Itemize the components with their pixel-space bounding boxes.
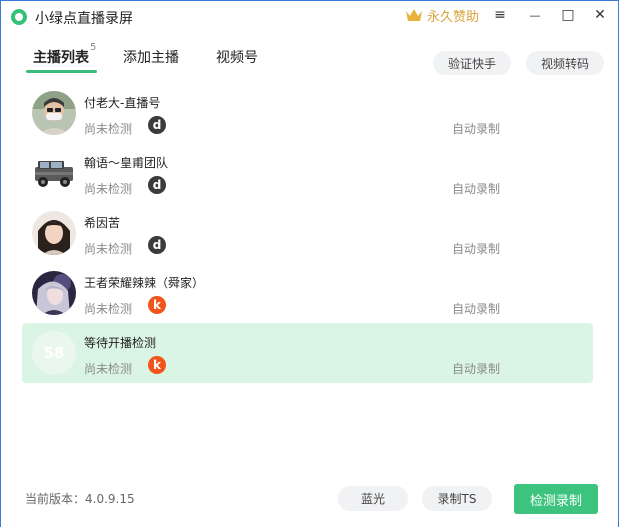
list-item[interactable]: 58 等待开播检测 尚未检测 k 自动录制: [22, 323, 593, 383]
streamer-name: 王者荣耀辣辣（舜家）: [84, 276, 205, 290]
avatar-placeholder: 58: [32, 331, 76, 375]
streamer-name: 等待开播检测: [84, 336, 157, 350]
tab-streamer-list[interactable]: 主播列表: [33, 47, 89, 67]
maximize-button[interactable]: □: [554, 3, 582, 27]
avatar: [32, 271, 76, 315]
detect-record-button[interactable]: 检测录制: [514, 484, 598, 514]
record-mode[interactable]: 自动录制: [452, 240, 500, 257]
app-logo-icon: [11, 9, 27, 25]
kuaishou-icon: k: [148, 296, 166, 314]
streamer-name: 希因苦: [84, 216, 121, 230]
title-bar[interactable]: 小绿点直播录屏 永久赞助 ≡ — □ ✕: [1, 1, 618, 31]
kuaishou-icon: k: [148, 356, 166, 374]
crown-icon: [406, 9, 422, 21]
streamer-status: 尚未检测: [84, 122, 133, 136]
verify-kuaishou-button[interactable]: 验证快手: [433, 51, 511, 75]
sponsor-button[interactable]: 永久赞助: [405, 6, 480, 25]
streamer-status: 尚未检测: [84, 302, 133, 316]
minimize-button[interactable]: —: [521, 3, 549, 27]
avatar: [32, 211, 76, 255]
list-item[interactable]: 付老大-直播号 尚未检测 d 自动录制: [22, 83, 593, 143]
version-text: 当前版本：4.0.9.15: [25, 492, 135, 506]
douyin-icon: d: [148, 116, 166, 134]
streamer-status: 尚未检测: [84, 182, 133, 196]
menu-icon[interactable]: ≡: [486, 3, 514, 27]
close-button[interactable]: ✕: [586, 3, 614, 27]
record-mode[interactable]: 自动录制: [452, 180, 500, 197]
streamer-status: 尚未检测: [84, 242, 133, 256]
avatar: [32, 91, 76, 135]
sponsor-label: 永久赞助: [427, 9, 480, 25]
list-item[interactable]: 王者荣耀辣辣（舜家） 尚未检测 k 自动录制: [22, 263, 593, 323]
avatar-text: 58: [43, 344, 65, 362]
app-window: 小绿点直播录屏 永久赞助 ≡ — □ ✕ 主播列表 5 添加主播 视频号 验证快…: [0, 0, 619, 527]
douyin-icon: d: [148, 236, 166, 254]
tab-add-streamer[interactable]: 添加主播: [123, 47, 179, 67]
record-ts-button[interactable]: 录制TS: [422, 486, 492, 511]
streamer-name: 付老大-直播号: [84, 96, 161, 110]
record-mode[interactable]: 自动录制: [452, 300, 500, 317]
douyin-icon: d: [148, 176, 166, 194]
active-tab-indicator: [26, 70, 97, 73]
record-mode[interactable]: 自动录制: [452, 360, 500, 377]
app-title: 小绿点直播录屏: [35, 11, 133, 27]
bluray-button[interactable]: 蓝光: [338, 486, 408, 511]
video-transcode-button[interactable]: 视频转码: [526, 51, 604, 75]
record-mode[interactable]: 自动录制: [452, 120, 500, 137]
list-item[interactable]: 希因苦 尚未检测 d 自动录制: [22, 203, 593, 263]
tab-video-channel[interactable]: 视频号: [216, 47, 258, 67]
streamer-name: 翰语～皇甫团队: [84, 156, 169, 170]
streamer-count-badge: 5: [90, 42, 97, 53]
avatar: [32, 151, 76, 195]
list-item[interactable]: 翰语～皇甫团队 尚未检测 d 自动录制: [22, 143, 593, 203]
streamer-status: 尚未检测: [84, 362, 133, 376]
